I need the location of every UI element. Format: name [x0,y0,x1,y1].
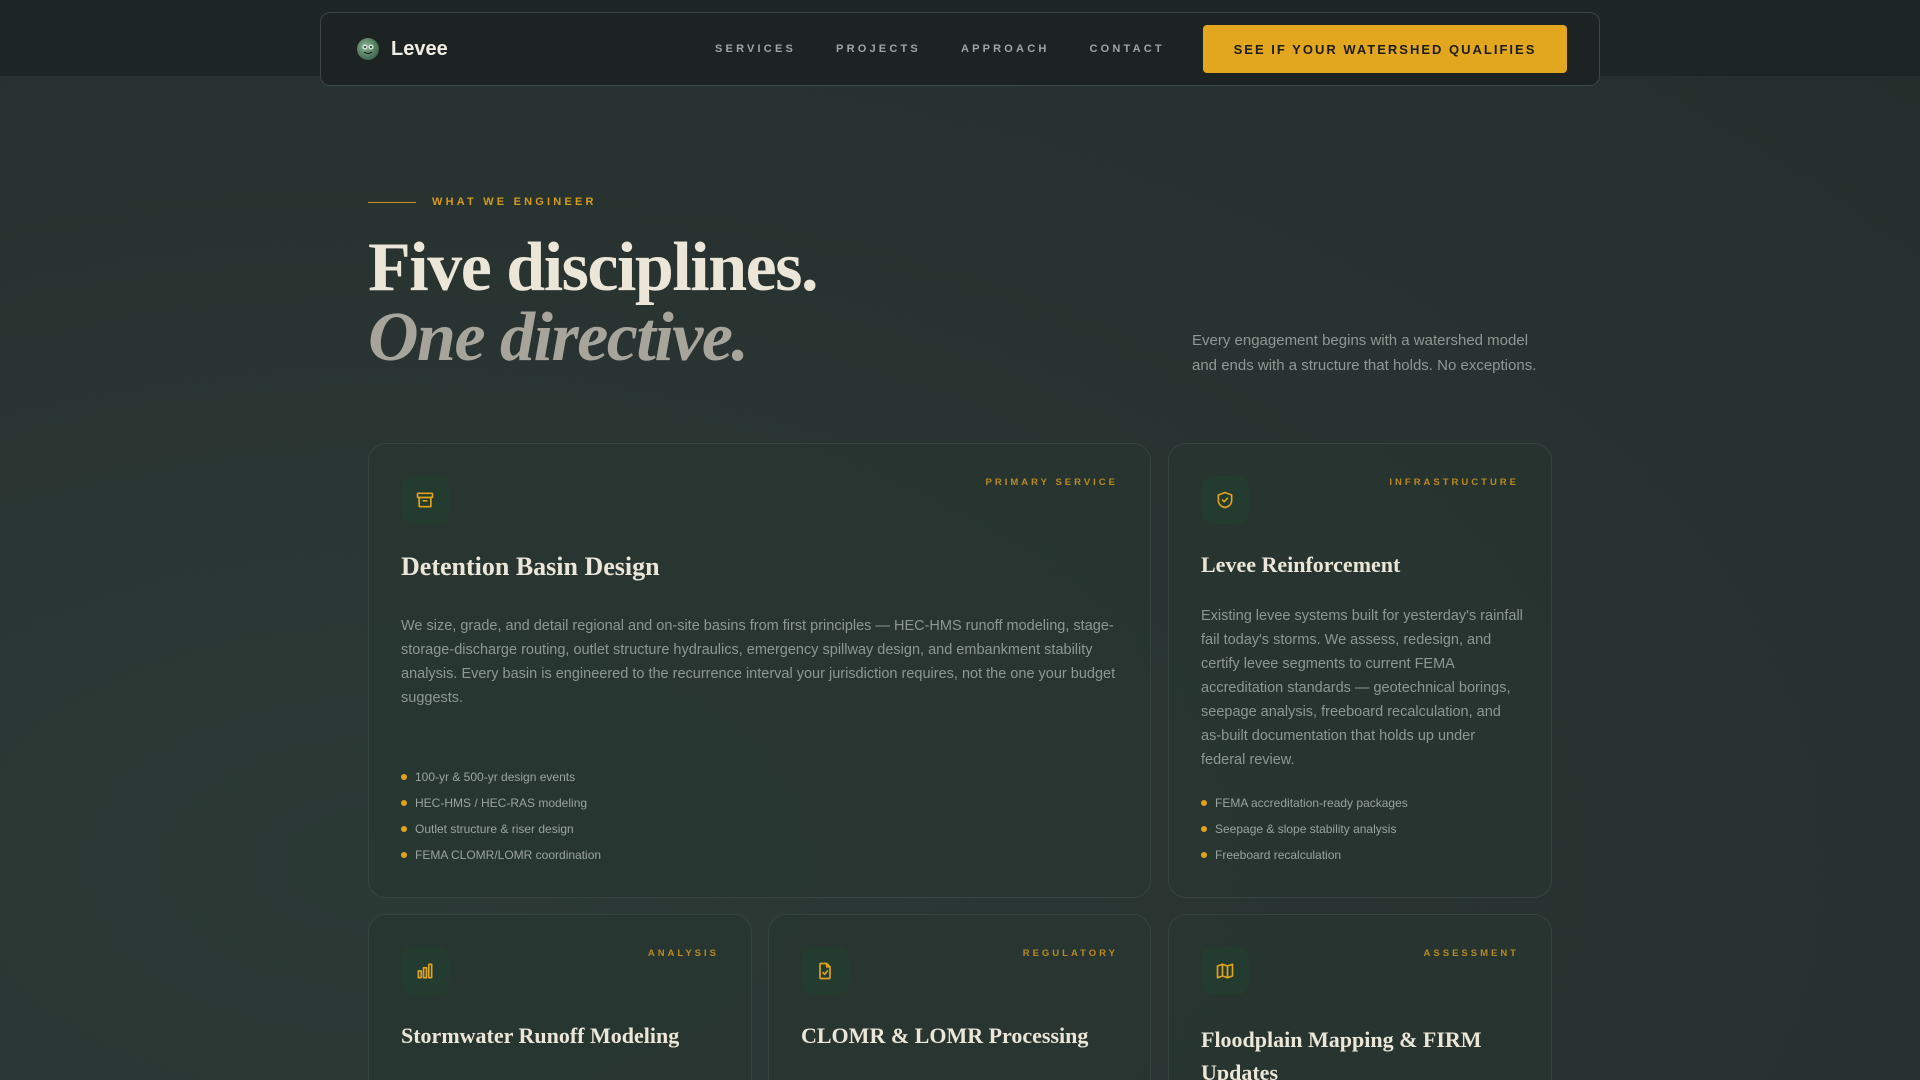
card-title: Detention Basin Design [401,552,660,581]
list-item: FEMA CLOMR/LOMR coordination [401,842,601,868]
card-description: Existing levee systems built for yesterd… [1201,608,1523,768]
nav-links: SERVICES PROJECTS APPROACH CONTACT [715,43,1165,55]
list-item: Freeboard recalculation [1201,842,1408,868]
list-item: Outlet structure & riser design [401,816,601,842]
nav-link-services[interactable]: SERVICES [715,43,796,55]
bullet-dot [1201,826,1207,832]
brand-name: Levee [391,37,448,60]
section-eyebrow: WHAT WE ENGINEER [368,196,597,208]
file-check-icon [801,947,849,995]
service-card-levee-reinforcement[interactable]: INFRASTRUCTURE Levee Reinforcement Exist… [1168,443,1552,898]
list-item: HEC-HMS / HEC-RAS modeling [401,790,601,816]
archive-icon [401,476,449,524]
nav-link-contact[interactable]: CONTACT [1090,43,1165,55]
card-title: Levee Reinforcement [1201,552,1401,577]
eyebrow-text: WHAT WE ENGINEER [432,196,597,208]
bullet-dot [1201,800,1207,806]
service-card-runoff-modeling[interactable]: ANALYSIS Stormwater Runoff Modeling [368,914,752,1080]
card-description: We size, grade, and detail regional and … [401,618,1116,706]
section-intro: Every engagement begins with a watershed… [1192,332,1537,374]
bar-chart-icon [401,947,449,995]
service-card-clomr-lomr[interactable]: REGULATORY CLOMR & LOMR Processing [768,914,1151,1080]
card-title: Stormwater Runoff Modeling [401,1023,680,1048]
card-tag: ASSESSMENT [1423,948,1519,959]
list-item: 100-yr & 500-yr design events [401,764,601,790]
section-title-line1: Five disciplines. [368,229,818,306]
bullet-dot [401,800,407,806]
shield-check-icon [1201,476,1249,524]
card-title: CLOMR & LOMR Processing [801,1023,1089,1048]
list-item: Seepage & slope stability analysis [1201,816,1408,842]
bullet-dot [401,852,407,858]
service-card-detention-basin[interactable]: PRIMARY SERVICE Detention Basin Design W… [368,443,1151,898]
bullet-dot [1201,852,1207,858]
navbar: Levee SERVICES PROJECTS APPROACH CONTACT… [320,12,1600,86]
card-title: Floodplain Mapping & FIRM Updates [1201,1027,1482,1080]
watershed-qualify-button[interactable]: SEE IF YOUR WATERSHED QUALIFIES [1203,25,1567,73]
nav-link-projects[interactable]: PROJECTS [836,43,921,55]
brand-logo[interactable]: Levee [357,38,597,61]
bullet-dot [401,774,407,780]
map-icon [1201,947,1249,995]
card-tag: ANALYSIS [647,948,719,959]
frog-logo-icon [357,38,379,60]
nav-link-approach[interactable]: APPROACH [961,43,1050,55]
card-bullets: FEMA accreditation-ready packages Seepag… [1201,790,1408,868]
card-tag: PRIMARY SERVICE [985,477,1118,488]
card-tag: INFRASTRUCTURE [1389,477,1519,488]
eyebrow-rule [368,201,416,203]
card-bullets: 100-yr & 500-yr design events HEC-HMS / … [401,764,601,868]
bullet-dot [401,826,407,832]
section-title-line2: One directive. [368,299,749,376]
service-card-floodplain-mapping[interactable]: ASSESSMENT Floodplain Mapping & FIRM Upd… [1168,914,1552,1080]
card-tag: REGULATORY [1022,948,1118,959]
list-item: FEMA accreditation-ready packages [1201,790,1408,816]
